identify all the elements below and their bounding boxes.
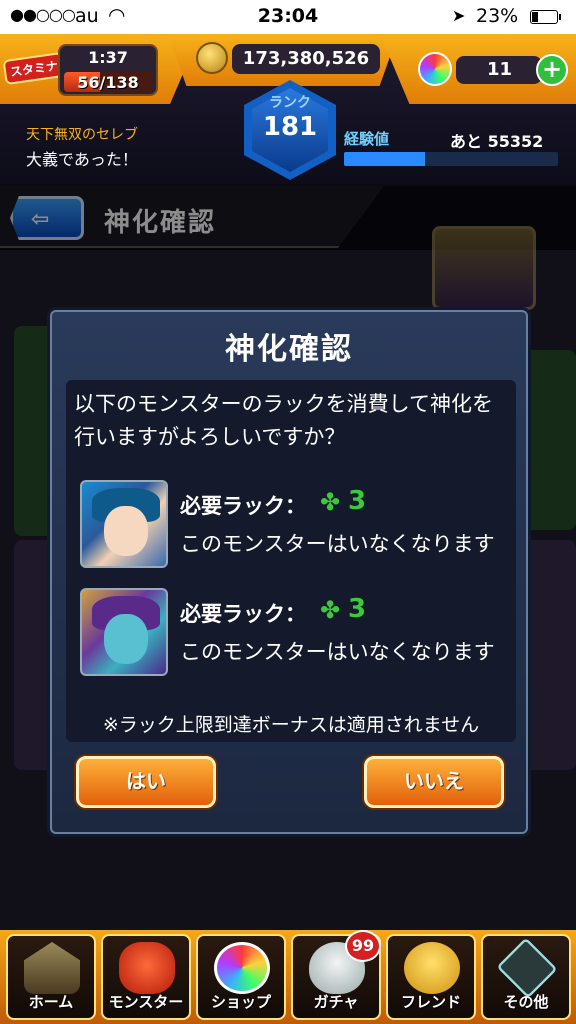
orb-value: 11: [486, 59, 512, 80]
nav-other[interactable]: その他: [481, 934, 571, 1020]
battery-percent: 23%: [476, 5, 519, 27]
nav-label: ショップ: [210, 993, 271, 1011]
consumed-monster-row: 必要ラック： ✤ 3 このモンスターはいなくなります: [80, 480, 510, 570]
exp-remaining: あと 55352: [450, 132, 544, 151]
nav-home[interactable]: ホーム: [6, 934, 96, 1020]
clover-icon: ✤: [320, 488, 341, 516]
luck-bonus-note: ※ラック上限到達ボーナスは適用されません: [102, 714, 480, 736]
friend-icon: [404, 942, 460, 994]
home-icon: [24, 942, 80, 994]
orb-icon: [418, 52, 452, 86]
nav-label: ガチャ: [313, 993, 359, 1011]
required-luck-label: 必要ラック：: [180, 494, 306, 518]
exp-bar: [344, 152, 558, 166]
location-icon: ➤: [452, 6, 466, 25]
nav-label: ホーム: [28, 993, 74, 1011]
monster-icon: [119, 942, 175, 994]
buy-orbs-button[interactable]: +: [536, 54, 568, 86]
coin-panel: 173,380,526: [232, 44, 380, 74]
monster-thumbnail: [80, 480, 168, 568]
battery-icon: [530, 10, 561, 24]
player-title: 天下無双のセレブ: [26, 127, 138, 143]
stamina-timer: 1:37: [88, 48, 128, 67]
orb-panel: 11: [456, 56, 542, 84]
shop-orb-icon: [214, 942, 270, 994]
battery-fill: [532, 12, 538, 22]
top-hud: スタミナ 1:37 56/138 173,380,526 11 + ランク 18…: [0, 34, 576, 184]
status-bar: ●●○○○ au ◠ 23:04 ➤ 23%: [0, 0, 576, 34]
stamina-value: 56/138: [77, 73, 139, 92]
coin-value: 173,380,526: [242, 48, 370, 69]
consumed-note: このモンスターはいなくなります: [180, 640, 495, 664]
no-button[interactable]: いいえ: [364, 756, 504, 808]
nav-monster[interactable]: モンスター: [101, 934, 191, 1020]
yes-button[interactable]: はい: [76, 756, 216, 808]
nav-label: フレンド: [400, 993, 461, 1011]
rank-label: ランク: [269, 95, 311, 111]
consumed-monster-row: 必要ラック： ✤ 3 このモンスターはいなくなります: [80, 588, 510, 678]
required-luck-value: 3: [348, 594, 367, 624]
dialog-title: 神化確認: [225, 332, 353, 367]
exp-label: 経験値: [344, 130, 390, 148]
dialog-body: 以下のモンスターのラックを消費して神化を行いますがよろしいですか？ 必要ラック：…: [66, 380, 516, 742]
nav-label: モンスター: [108, 993, 184, 1011]
rank-value: 181: [262, 112, 318, 142]
required-luck-value: 3: [348, 486, 367, 516]
nav-shop[interactable]: ショップ: [196, 934, 286, 1020]
evolution-confirm-dialog: 神化確認 以下のモンスターのラックを消費して神化を行いますがよろしいですか？ 必…: [50, 310, 528, 834]
monster-face: [104, 506, 148, 556]
monster-face: [104, 614, 148, 664]
coin-icon: [196, 42, 228, 74]
nav-label: その他: [503, 993, 549, 1011]
required-luck-label: 必要ラック：: [180, 602, 306, 626]
bottom-nav: ホーム モンスター ショップ 99 ガチャ フレンド その他: [0, 930, 576, 1024]
nav-gacha[interactable]: 99 ガチャ: [291, 930, 381, 1020]
monster-thumbnail: [80, 588, 168, 676]
nav-friend[interactable]: フレンド: [386, 934, 476, 1020]
stamina-panel[interactable]: 1:37 56/138: [58, 44, 158, 96]
other-icon: [496, 937, 558, 999]
player-greeting: 大義であった！: [26, 150, 138, 169]
consumed-note: このモンスターはいなくなります: [180, 532, 495, 556]
gacha-count-badge: 99: [345, 930, 381, 962]
dialog-message: 以下のモンスターのラックを消費して神化を行いますがよろしいですか？: [74, 392, 493, 449]
clover-icon: ✤: [320, 596, 341, 624]
exp-bar-fill: [344, 152, 426, 166]
